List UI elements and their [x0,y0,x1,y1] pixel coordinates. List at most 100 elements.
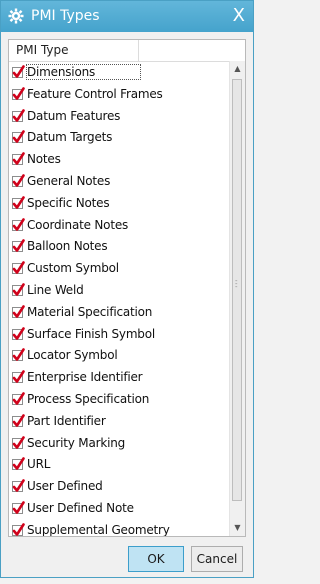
list-item-label: Process Specification [27,391,150,406]
list-item[interactable]: Specific Notes [9,193,231,215]
checkbox[interactable] [12,392,25,405]
list-item-label: User Defined [27,479,103,494]
list-item[interactable]: Surface Finish Symbol [9,324,231,346]
list-item[interactable]: Process Specification [9,389,231,411]
list-item[interactable]: User Defined Note [9,498,231,520]
checkbox[interactable] [12,326,25,340]
list-rows: Dimensions Feature Control Frames Datum Fe… [9,62,231,537]
list-item-label: General Notes [27,173,111,188]
checkmark-icon [12,130,25,144]
checkmark-icon [12,152,25,165]
scroll-up-arrow-icon[interactable]: ▲ [230,61,245,77]
list-item-label: Notes [27,152,61,167]
checkbox[interactable] [12,479,25,493]
checkbox[interactable] [12,501,25,514]
list-item[interactable]: User Defined [9,476,231,498]
checkbox[interactable] [12,370,25,384]
checkmark-icon [12,195,25,209]
list-item-label: Enterprise Identifier [27,370,143,385]
checkbox[interactable] [12,304,25,318]
list-item[interactable]: Locator Symbol [9,345,231,367]
list-item-label: Security Marking [27,435,126,450]
list-item-label: Specific Notes [27,195,110,210]
list-item-label: Custom Symbol [27,261,119,276]
list-header: PMI Type [9,40,231,62]
list-item[interactable]: Security Marking [9,433,231,455]
checkbox[interactable] [12,130,25,144]
checkmark-icon [12,370,25,383]
checkmark-icon [12,283,25,296]
checkbox[interactable] [12,435,25,449]
checkbox[interactable] [12,522,25,536]
list-item-label: Datum Targets [27,130,113,145]
list-item[interactable]: Enterprise Identifier [9,367,231,389]
cancel-button[interactable]: Cancel [191,546,243,572]
checkmark-icon [12,108,25,122]
list-item[interactable]: Feature Control Frames [9,84,231,106]
list-item-label: User Defined Note [27,500,134,515]
close-button[interactable]: X [233,5,245,27]
list-item-label: Line Weld [27,282,84,297]
column-header-pmi-type[interactable]: PMI Type [9,40,139,61]
list-item[interactable]: Custom Symbol [9,258,231,280]
checkbox[interactable] [12,413,25,427]
list-item-label: Balloon Notes [27,239,108,254]
checkmark-icon [12,86,25,100]
checkbox[interactable] [12,65,25,78]
checkbox[interactable] [12,261,25,275]
checkbox[interactable] [12,108,25,122]
list-item-label: Material Specification [27,304,153,319]
checkbox[interactable] [12,195,25,209]
checkmark-icon [12,501,25,514]
list-item[interactable]: Notes [9,149,231,171]
dialog-title: PMI Types [31,8,100,24]
checkbox[interactable] [12,174,25,187]
list-item-label: Dimensions [25,64,142,80]
checkbox[interactable] [12,457,25,471]
checkmark-icon [12,326,25,340]
checkbox[interactable] [12,283,25,296]
pmi-types-dialog: PMI Types X PMI Type Dimensions Feature C… [0,0,254,578]
vertical-scrollbar[interactable]: ▲ --- ▼ [229,61,245,536]
checkbox[interactable] [12,86,25,100]
list-item[interactable]: Material Specification [9,302,231,324]
checkmark-icon [12,261,25,274]
checkmark-icon [12,479,25,492]
list-item[interactable]: Datum Features [9,106,231,128]
checkbox[interactable] [12,152,25,166]
checkmark-icon [12,522,25,536]
scroll-down-arrow-icon[interactable]: ▼ [230,520,245,536]
gear-icon [8,8,24,24]
checkbox[interactable] [12,348,25,362]
list-item[interactable]: General Notes [9,171,231,193]
list-item[interactable]: Dimensions [9,62,231,84]
list-item-label: Feature Control Frames [27,86,163,101]
checkmark-icon [12,174,25,187]
list-item-label: Locator Symbol [27,348,118,363]
list-item[interactable]: Part Identifier [9,411,231,433]
list-item-label: Surface Finish Symbol [27,326,156,341]
list-item[interactable]: Coordinate Notes [9,215,231,237]
list-item[interactable]: Datum Targets [9,127,231,149]
checkbox[interactable] [12,239,25,253]
checkmark-icon [12,457,25,471]
checkmark-icon [12,435,25,449]
ok-button[interactable]: OK [128,546,184,572]
checkmark-icon [12,413,25,427]
checkbox[interactable] [12,217,25,231]
scrollbar-thumb[interactable]: --- [232,79,242,501]
checkmark-icon [12,217,25,231]
list-item-label: Part Identifier [27,413,106,428]
list-item[interactable]: Supplemental Geometry [9,520,231,537]
list-item-label: Supplemental Geometry [27,522,170,537]
pmi-type-list[interactable]: PMI Type Dimensions Feature Control Frame… [8,39,246,537]
title-bar[interactable]: PMI Types X [1,1,253,32]
checkmark-icon [12,304,25,318]
list-item[interactable]: URL [9,454,231,476]
checkmark-icon [12,65,25,78]
list-item[interactable]: Balloon Notes [9,236,231,258]
list-item-label: Datum Features [27,108,121,123]
checkmark-icon [12,392,25,405]
list-item[interactable]: Line Weld [9,280,231,302]
checkmark-icon [12,239,25,253]
